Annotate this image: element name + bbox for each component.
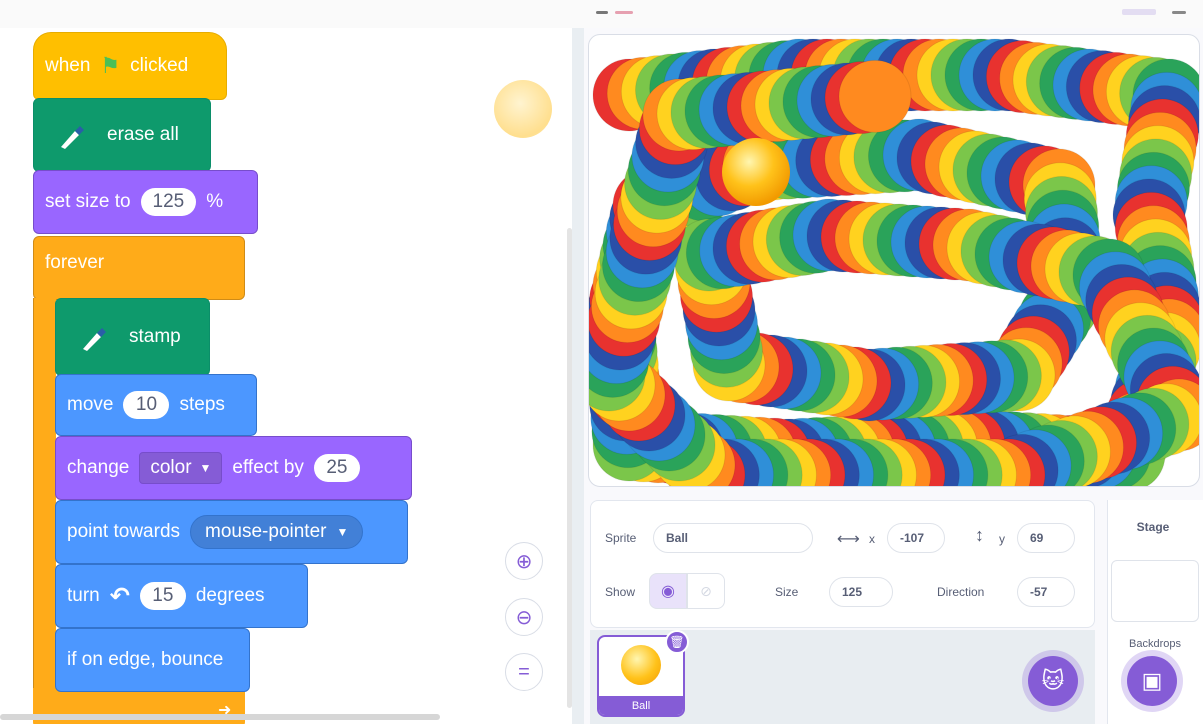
- show-visible-button[interactable]: ◉: [649, 573, 687, 609]
- pane-divider: [572, 28, 584, 724]
- degrees-unit-label: degrees: [195, 585, 265, 606]
- forever-block[interactable]: forever: [33, 236, 245, 300]
- eye-icon: ◉: [661, 583, 675, 600]
- point-towards-label: point towards: [67, 521, 181, 542]
- sprite-tile-name: Ball: [599, 696, 683, 715]
- horizontal-scrollbar[interactable]: [0, 714, 440, 720]
- show-hidden-button[interactable]: ⊘: [687, 573, 725, 609]
- effect-value-input[interactable]: 25: [313, 454, 360, 482]
- cat-icon: 🐱: [1041, 668, 1065, 693]
- set-size-label: set size to: [45, 191, 131, 212]
- effect-dropdown[interactable]: color ▼: [139, 452, 223, 484]
- toolbar-mark: [596, 11, 608, 14]
- stamp-label: stamp: [129, 326, 181, 347]
- x-label: x: [869, 532, 875, 546]
- size-unit-label: %: [206, 191, 224, 212]
- toolbar-mark: [1172, 11, 1186, 14]
- code-workspace[interactable]: forever ➜ when ⚑ clicked erase all set s…: [0, 28, 572, 724]
- sprite-info-panel: Sprite Ball ⟷ x -107 ↕ y 69 Show ◉ ⊘ Siz…: [590, 500, 1095, 628]
- x-value: -107: [900, 531, 925, 545]
- y-label: y: [999, 532, 1005, 546]
- stage-pane-title: Stage: [1136, 520, 1170, 534]
- y-value: 69: [1030, 531, 1044, 545]
- toolbar-mark: [615, 11, 633, 14]
- when-flag-clicked-block[interactable]: when ⚑ clicked: [33, 32, 227, 100]
- size-value: 125: [842, 585, 863, 599]
- size-input[interactable]: 125: [140, 188, 197, 216]
- sprite-ghost-icon: [494, 80, 552, 138]
- y-field[interactable]: 69: [1017, 523, 1075, 553]
- direction-field[interactable]: -57: [1017, 577, 1075, 607]
- degrees-input[interactable]: 15: [139, 582, 186, 610]
- forever-arm: [33, 298, 56, 718]
- ball-sprite[interactable]: [722, 138, 790, 206]
- forever-label: forever: [45, 252, 105, 273]
- add-backdrop-button[interactable]: ▣: [1127, 656, 1177, 706]
- turn-label: turn: [67, 585, 100, 606]
- chevron-down-icon: ▼: [199, 461, 212, 475]
- turn-block[interactable]: turn ↶ 15 degrees: [55, 564, 308, 628]
- x-arrows-icon: ⟷: [837, 531, 860, 548]
- sprite-name-value: Ball: [666, 531, 689, 545]
- zoom-in-icon[interactable]: ⊕: [505, 542, 543, 580]
- size-label: Size: [775, 585, 799, 599]
- hat-when-label: when: [45, 55, 91, 76]
- zoom-out-icon[interactable]: ⊖: [505, 598, 543, 636]
- point-target-value: mouse-pointer: [205, 521, 327, 542]
- direction-value: -57: [1030, 585, 1048, 599]
- effect-by-label: effect by: [232, 457, 304, 478]
- steps-unit-label: steps: [179, 394, 225, 415]
- pen-icon: [67, 311, 119, 363]
- stage-thumbnail[interactable]: [1111, 560, 1199, 622]
- change-effect-block[interactable]: change color ▼ effect by 25: [55, 436, 412, 500]
- backdrops-label: Backdrops: [1129, 638, 1181, 650]
- zoom-reset-icon[interactable]: =: [505, 653, 543, 691]
- eye-slash-icon: ⊘: [700, 582, 712, 599]
- direction-label: Direction: [937, 585, 985, 599]
- effect-dropdown-value: color: [150, 457, 192, 478]
- sprite-name-field[interactable]: Ball: [653, 523, 813, 553]
- chevron-down-icon: ▼: [336, 525, 349, 539]
- y-arrows-icon: ↕: [975, 525, 984, 545]
- erase-all-block[interactable]: erase all: [33, 98, 211, 172]
- change-label: change: [67, 457, 130, 478]
- x-field[interactable]: -107: [887, 523, 945, 553]
- point-target-dropdown[interactable]: mouse-pointer ▼: [190, 515, 364, 549]
- bounce-block[interactable]: if on edge, bounce: [55, 628, 250, 692]
- stamp-block[interactable]: stamp: [55, 298, 210, 376]
- backdrop-icon: ▣: [1141, 668, 1163, 693]
- stage-canvas[interactable]: [588, 34, 1200, 487]
- point-towards-block[interactable]: point towards mouse-pointer ▼: [55, 500, 408, 564]
- toolbar-mark: [1122, 9, 1156, 15]
- ball-thumbnail: [621, 645, 661, 685]
- erase-all-label: erase all: [107, 124, 179, 145]
- size-field[interactable]: 125: [829, 577, 893, 607]
- sprite-label: Sprite: [605, 531, 637, 545]
- add-sprite-button[interactable]: 🐱: [1028, 656, 1078, 706]
- steps-input[interactable]: 10: [123, 391, 170, 419]
- move-steps-block[interactable]: move 10 steps: [55, 374, 257, 436]
- set-size-block[interactable]: set size to 125 %: [33, 170, 258, 234]
- stamp-trails: [589, 38, 1199, 486]
- green-flag-icon: ⚑: [100, 53, 121, 78]
- stamp-mark: [838, 59, 912, 133]
- trash-icon[interactable]: 🗑: [665, 630, 689, 654]
- rotate-left-icon: ↶: [109, 582, 130, 610]
- pen-icon: [45, 109, 97, 161]
- bounce-label: if on edge, bounce: [67, 649, 224, 670]
- hat-clicked-label: clicked: [130, 55, 189, 76]
- show-label: Show: [605, 585, 636, 599]
- move-label: move: [67, 394, 114, 415]
- top-bar: [0, 0, 1203, 28]
